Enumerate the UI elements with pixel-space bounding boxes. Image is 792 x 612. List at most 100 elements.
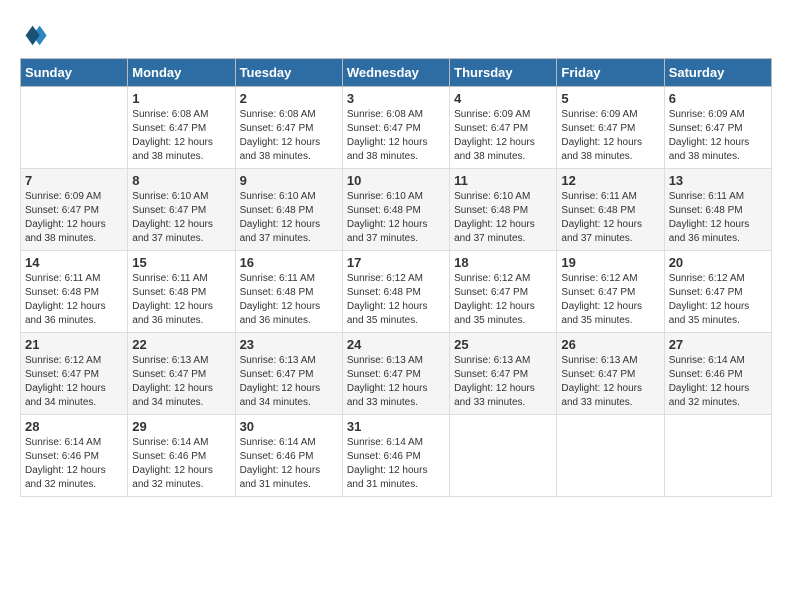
day-number: 4 <box>454 91 552 106</box>
day-info: Sunrise: 6:09 AM Sunset: 6:47 PM Dayligh… <box>561 108 659 164</box>
day-info: Sunrise: 6:11 AM Sunset: 6:48 PM Dayligh… <box>240 272 338 328</box>
day-info: Sunrise: 6:13 AM Sunset: 6:47 PM Dayligh… <box>347 354 445 410</box>
day-info: Sunrise: 6:08 AM Sunset: 6:47 PM Dayligh… <box>132 108 230 164</box>
calendar-week-2: 7Sunrise: 6:09 AM Sunset: 6:47 PM Daylig… <box>21 169 772 251</box>
day-info: Sunrise: 6:14 AM Sunset: 6:46 PM Dayligh… <box>240 436 338 492</box>
day-number: 8 <box>132 173 230 188</box>
day-info: Sunrise: 6:10 AM Sunset: 6:48 PM Dayligh… <box>347 190 445 246</box>
calendar-cell: 15Sunrise: 6:11 AM Sunset: 6:48 PM Dayli… <box>128 251 235 333</box>
day-info: Sunrise: 6:08 AM Sunset: 6:47 PM Dayligh… <box>347 108 445 164</box>
day-number: 23 <box>240 337 338 352</box>
calendar-cell: 20 Sunrise: 6:12 AM Sunset: 6:47 PM Dayli… <box>664 251 771 333</box>
calendar-cell: 28 Sunrise: 6:14 AM Sunset: 6:46 PM Dayli… <box>21 415 128 497</box>
calendar-cell: 19 Sunrise: 6:12 AM Sunset: 6:47 PM Dayli… <box>557 251 664 333</box>
day-info: Sunrise: 6:12 AM Sunset: 6:47 PM Dayligh… <box>561 272 659 328</box>
logo-icon <box>20 20 48 48</box>
calendar-cell <box>450 415 557 497</box>
calendar-cell <box>21 87 128 169</box>
day-number: 25 <box>454 337 552 352</box>
day-number: 27 <box>669 337 767 352</box>
day-number: 29 <box>132 419 230 434</box>
day-number: 15 <box>132 255 230 270</box>
calendar-cell: 24 Sunrise: 6:13 AM Sunset: 6:47 PM Dayli… <box>342 333 449 415</box>
calendar-cell: 29 Sunrise: 6:14 AM Sunset: 6:46 PM Dayli… <box>128 415 235 497</box>
header-monday: Monday <box>128 59 235 87</box>
calendar-cell: 26 Sunrise: 6:13 AM Sunset: 6:47 PM Dayli… <box>557 333 664 415</box>
calendar-cell: 21 Sunrise: 6:12 AM Sunset: 6:47 PM Dayli… <box>21 333 128 415</box>
page-header <box>20 20 772 48</box>
day-info: Sunrise: 6:10 AM Sunset: 6:48 PM Dayligh… <box>454 190 552 246</box>
header-friday: Friday <box>557 59 664 87</box>
calendar-cell: 30Sunrise: 6:14 AM Sunset: 6:46 PM Dayli… <box>235 415 342 497</box>
calendar-cell: 23 Sunrise: 6:13 AM Sunset: 6:47 PM Dayli… <box>235 333 342 415</box>
day-number: 17 <box>347 255 445 270</box>
day-number: 5 <box>561 91 659 106</box>
header-saturday: Saturday <box>664 59 771 87</box>
day-info: Sunrise: 6:12 AM Sunset: 6:48 PM Dayligh… <box>347 272 445 328</box>
day-number: 12 <box>561 173 659 188</box>
day-number: 18 <box>454 255 552 270</box>
calendar-week-5: 28 Sunrise: 6:14 AM Sunset: 6:46 PM Dayli… <box>21 415 772 497</box>
day-number: 22 <box>132 337 230 352</box>
header-sunday: Sunday <box>21 59 128 87</box>
header-thursday: Thursday <box>450 59 557 87</box>
calendar-cell: 14 Sunrise: 6:11 AM Sunset: 6:48 PM Dayli… <box>21 251 128 333</box>
calendar-cell: 2 Sunrise: 6:08 AM Sunset: 6:47 PM Daylig… <box>235 87 342 169</box>
day-number: 2 <box>240 91 338 106</box>
day-info: Sunrise: 6:08 AM Sunset: 6:47 PM Dayligh… <box>240 108 338 164</box>
calendar-cell: 4 Sunrise: 6:09 AM Sunset: 6:47 PM Daylig… <box>450 87 557 169</box>
day-number: 3 <box>347 91 445 106</box>
header-tuesday: Tuesday <box>235 59 342 87</box>
calendar-week-4: 21 Sunrise: 6:12 AM Sunset: 6:47 PM Dayli… <box>21 333 772 415</box>
day-info: Sunrise: 6:13 AM Sunset: 6:47 PM Dayligh… <box>240 354 338 410</box>
day-info: Sunrise: 6:12 AM Sunset: 6:47 PM Dayligh… <box>25 354 123 410</box>
calendar-cell: 17 Sunrise: 6:12 AM Sunset: 6:48 PM Dayli… <box>342 251 449 333</box>
calendar-cell: 6 Sunrise: 6:09 AM Sunset: 6:47 PM Daylig… <box>664 87 771 169</box>
day-number: 24 <box>347 337 445 352</box>
calendar-cell: 13 Sunrise: 6:11 AM Sunset: 6:48 PM Dayli… <box>664 169 771 251</box>
day-number: 20 <box>669 255 767 270</box>
day-info: Sunrise: 6:14 AM Sunset: 6:46 PM Dayligh… <box>132 436 230 492</box>
calendar-cell: 3 Sunrise: 6:08 AM Sunset: 6:47 PM Daylig… <box>342 87 449 169</box>
calendar-cell: 31 Sunrise: 6:14 AM Sunset: 6:46 PM Dayli… <box>342 415 449 497</box>
day-number: 26 <box>561 337 659 352</box>
day-number: 11 <box>454 173 552 188</box>
day-number: 13 <box>669 173 767 188</box>
calendar-cell: 12Sunrise: 6:11 AM Sunset: 6:48 PM Dayli… <box>557 169 664 251</box>
day-number: 10 <box>347 173 445 188</box>
day-info: Sunrise: 6:14 AM Sunset: 6:46 PM Dayligh… <box>669 354 767 410</box>
calendar-cell <box>664 415 771 497</box>
day-info: Sunrise: 6:10 AM Sunset: 6:47 PM Dayligh… <box>132 190 230 246</box>
day-info: Sunrise: 6:12 AM Sunset: 6:47 PM Dayligh… <box>669 272 767 328</box>
day-number: 19 <box>561 255 659 270</box>
day-info: Sunrise: 6:09 AM Sunset: 6:47 PM Dayligh… <box>454 108 552 164</box>
day-number: 14 <box>25 255 123 270</box>
day-info: Sunrise: 6:13 AM Sunset: 6:47 PM Dayligh… <box>561 354 659 410</box>
day-number: 16 <box>240 255 338 270</box>
day-number: 9 <box>240 173 338 188</box>
header-wednesday: Wednesday <box>342 59 449 87</box>
calendar-header-row: SundayMondayTuesdayWednesdayThursdayFrid… <box>21 59 772 87</box>
calendar-cell: 1 Sunrise: 6:08 AM Sunset: 6:47 PM Daylig… <box>128 87 235 169</box>
day-number: 6 <box>669 91 767 106</box>
day-number: 21 <box>25 337 123 352</box>
day-info: Sunrise: 6:09 AM Sunset: 6:47 PM Dayligh… <box>669 108 767 164</box>
day-info: Sunrise: 6:12 AM Sunset: 6:47 PM Dayligh… <box>454 272 552 328</box>
calendar-cell <box>557 415 664 497</box>
day-number: 1 <box>132 91 230 106</box>
calendar-cell: 8 Sunrise: 6:10 AM Sunset: 6:47 PM Daylig… <box>128 169 235 251</box>
calendar-cell: 5 Sunrise: 6:09 AM Sunset: 6:47 PM Daylig… <box>557 87 664 169</box>
day-number: 31 <box>347 419 445 434</box>
calendar-week-1: 1 Sunrise: 6:08 AM Sunset: 6:47 PM Daylig… <box>21 87 772 169</box>
calendar-cell: 9Sunrise: 6:10 AM Sunset: 6:48 PM Daylig… <box>235 169 342 251</box>
calendar-cell: 18 Sunrise: 6:12 AM Sunset: 6:47 PM Dayli… <box>450 251 557 333</box>
calendar-cell: 16 Sunrise: 6:11 AM Sunset: 6:48 PM Dayli… <box>235 251 342 333</box>
day-info: Sunrise: 6:13 AM Sunset: 6:47 PM Dayligh… <box>132 354 230 410</box>
day-info: Sunrise: 6:14 AM Sunset: 6:46 PM Dayligh… <box>25 436 123 492</box>
day-info: Sunrise: 6:11 AM Sunset: 6:48 PM Dayligh… <box>25 272 123 328</box>
day-info: Sunrise: 6:14 AM Sunset: 6:46 PM Dayligh… <box>347 436 445 492</box>
calendar-cell: 7Sunrise: 6:09 AM Sunset: 6:47 PM Daylig… <box>21 169 128 251</box>
day-number: 28 <box>25 419 123 434</box>
day-info: Sunrise: 6:11 AM Sunset: 6:48 PM Dayligh… <box>669 190 767 246</box>
calendar-cell: 11 Sunrise: 6:10 AM Sunset: 6:48 PM Dayli… <box>450 169 557 251</box>
